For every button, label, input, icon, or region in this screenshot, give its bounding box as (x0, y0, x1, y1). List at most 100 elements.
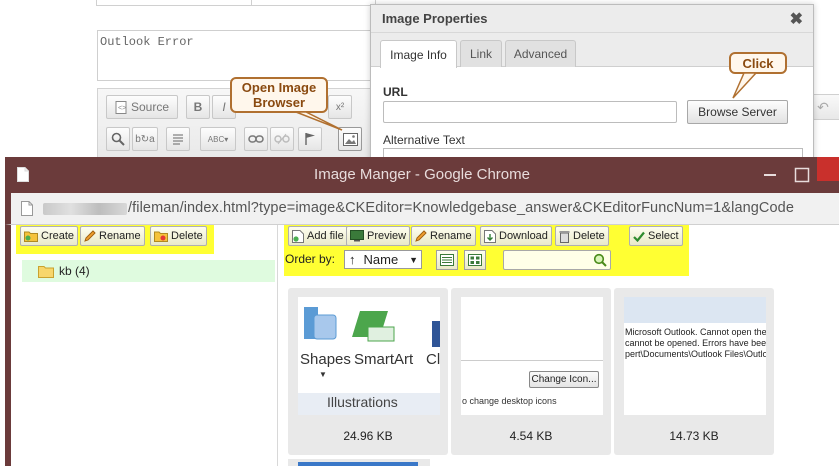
image-properties-dialog: Image Properties ✖ Image Info Link Advan… (370, 4, 814, 164)
magnifier-icon (111, 132, 125, 146)
tab-image-info[interactable]: Image Info (380, 40, 457, 68)
preview-label: Preview (367, 230, 407, 242)
preview-button[interactable]: Preview (346, 226, 411, 246)
dialog-screenshot-divider (461, 360, 603, 361)
pencil-icon (415, 230, 427, 242)
clipart-label: Cl (426, 351, 440, 368)
flag-icon (305, 133, 315, 145)
create-folder-button[interactable]: Create (20, 226, 79, 246)
callout-open-image-browser: Open Image Browser (230, 77, 328, 113)
checkmark-icon (633, 231, 645, 242)
file-size: 24.96 KB (343, 429, 393, 443)
delete-file-label: Delete (573, 230, 605, 242)
file-manager: Create Rename Delete kb (4) Add file Pre… (5, 225, 839, 466)
list-view-button[interactable] (436, 250, 458, 270)
illustrations-label: Illustrations (327, 394, 398, 410)
order-by-label: Order by: (285, 252, 336, 266)
url-input[interactable] (383, 101, 677, 123)
chrome-window-title: Image Manger - Google Chrome (314, 166, 530, 183)
spellcheck-button[interactable]: ABC▾ (200, 127, 236, 151)
link-button[interactable] (244, 127, 268, 151)
file-preview-image: Shapes SmartArt Cl ▼ Illustrations (298, 297, 440, 415)
spellcheck-icon: ABC▾ (207, 134, 229, 144)
window-caption-strip (624, 297, 766, 323)
italic-icon: I (222, 100, 226, 114)
add-file-label: Add file (307, 230, 344, 242)
folder-pane: Create Rename Delete kb (4) (11, 225, 278, 466)
select-label: Select (648, 230, 679, 242)
delete-file-button[interactable]: Delete (555, 226, 609, 246)
preview-icon (350, 230, 364, 242)
editor-content-area[interactable]: Outlook Error (97, 30, 397, 81)
file-pane: Add file Preview Rename Download Delete … (279, 225, 839, 466)
file-thumbnail[interactable]: Microsoft Outlook. Cannot open the Out c… (614, 288, 774, 455)
file-size: 14.73 KB (669, 429, 719, 443)
superscript-button[interactable]: x² (328, 95, 352, 119)
source-button[interactable]: <> Source (106, 95, 178, 119)
file-preview-image (298, 462, 418, 466)
file-preview-image: Microsoft Outlook. Cannot open the Out c… (624, 297, 766, 415)
rename-file-button[interactable]: Rename (411, 226, 476, 246)
redacted-host (43, 203, 127, 215)
file-thumbnail[interactable]: Shapes SmartArt Cl ▼ Illustrations 24.96… (288, 288, 448, 455)
rename-folder-button[interactable]: Rename (80, 226, 145, 246)
replace-icon: b↻a (135, 133, 155, 145)
select-file-button[interactable]: Select (629, 226, 683, 246)
error-message-text: Microsoft Outlook. Cannot open the Out c… (625, 327, 766, 360)
image-button[interactable] (338, 127, 362, 151)
add-file-button[interactable]: Add file (288, 226, 348, 246)
url-label: URL (383, 85, 408, 99)
page-icon (21, 201, 33, 216)
unlink-button[interactable] (270, 127, 294, 151)
dialog-title: Image Properties (382, 11, 488, 26)
delete-label: Delete (171, 230, 203, 242)
new-folder-icon (24, 231, 38, 242)
delete-folder-button[interactable]: Delete (150, 226, 207, 246)
address-bar[interactable]: /fileman/index.html?type=image&CKEditor=… (5, 193, 839, 225)
file-search-input[interactable] (503, 250, 611, 270)
chevron-down-icon: ▼ (409, 254, 418, 265)
source-icon: <> (115, 100, 127, 114)
grid-view-icon (468, 254, 482, 266)
add-file-icon (292, 229, 304, 243)
dropdown-caret-icon: ▼ (319, 370, 327, 379)
close-icon[interactable]: ✖ (790, 9, 803, 29)
editor-body-text: Outlook Error (100, 35, 194, 49)
folder-icon (38, 265, 54, 278)
delete-folder-icon (154, 231, 168, 242)
download-button[interactable]: Download (480, 226, 552, 246)
image-icon (342, 132, 358, 146)
tab-advanced[interactable]: Advanced (505, 40, 576, 67)
anchor-button[interactable] (298, 127, 322, 151)
tab-link[interactable]: Link (460, 40, 502, 67)
sort-arrow-icon: ↑ (349, 252, 356, 267)
search-icon[interactable] (593, 253, 607, 267)
select-all-button[interactable] (166, 127, 190, 151)
error-line: cannot be opened. Errors have been dete (625, 338, 766, 348)
error-line: pert\Documents\Outlook Files\Outlook.p (625, 349, 766, 359)
chrome-popup-window: Image Manger - Google Chrome /fileman/in… (5, 157, 839, 466)
trash-icon (559, 230, 570, 243)
replace-button[interactable]: b↻a (132, 127, 158, 151)
smartart-label: SmartArt (354, 351, 414, 368)
thumbnail-view-button[interactable] (464, 250, 486, 270)
chrome-titlebar: Image Manger - Google Chrome (5, 157, 839, 193)
file-thumbnail-partial[interactable] (288, 459, 430, 466)
file-preview-image: Change Icon... o change desktop icons (461, 297, 603, 415)
minimize-icon[interactable] (760, 165, 780, 185)
file-thumbnail[interactable]: Change Icon... o change desktop icons 4.… (451, 288, 611, 455)
download-label: Download (499, 230, 548, 242)
folder-tree-item-kb[interactable]: kb (4) (22, 260, 275, 282)
browse-server-button[interactable]: Browse Server (687, 100, 788, 124)
find-button[interactable] (106, 127, 130, 151)
download-icon (484, 229, 496, 243)
bold-button[interactable]: B (186, 95, 210, 119)
unlink-icon (274, 133, 290, 145)
dialog-titlebar: Image Properties ✖ (371, 5, 813, 33)
create-label: Create (41, 230, 75, 242)
rename-label: Rename (99, 230, 141, 242)
maximize-icon[interactable] (792, 165, 812, 185)
window-close-button[interactable] (817, 157, 839, 181)
source-label: Source (130, 100, 170, 114)
order-by-select[interactable]: ↑ Name ▼ (344, 250, 422, 269)
